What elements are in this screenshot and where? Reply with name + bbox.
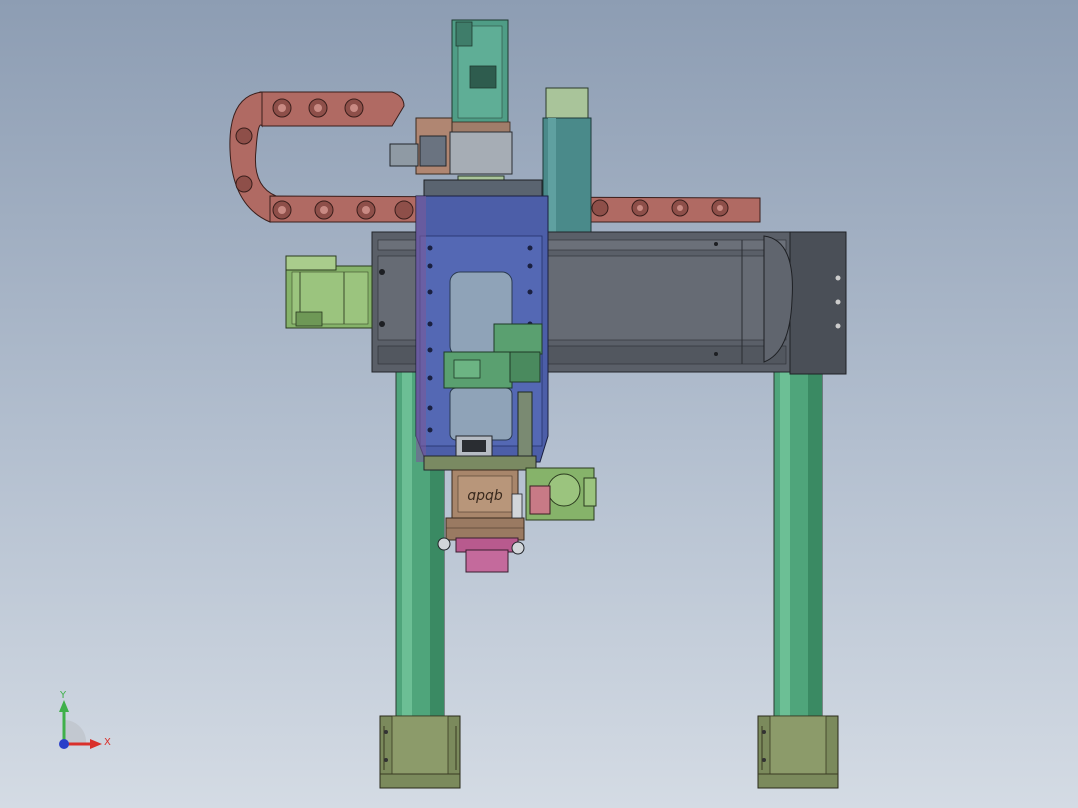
right-support-column[interactable]	[773, 359, 823, 723]
gripper-fingers[interactable]	[437, 537, 525, 573]
rail-end-plate[interactable]	[763, 231, 847, 375]
vertical-cylinder[interactable]	[542, 87, 592, 235]
rotary-actuator[interactable]	[511, 467, 597, 521]
cad-viewport[interactable]: ɑpqb Y X	[0, 0, 1078, 808]
x-axis-label: X	[104, 737, 111, 748]
y-axis-label: Y	[59, 690, 67, 701]
gripper-engraved-label: ɑpqb	[467, 488, 503, 504]
coordinate-triad: Y X	[59, 690, 111, 749]
left-column-foot[interactable]	[379, 715, 461, 789]
right-column-foot[interactable]	[757, 715, 839, 789]
z-axis-dot	[59, 739, 69, 749]
z-axis-servo-motor[interactable]	[451, 19, 511, 133]
x-axis-servo-motor[interactable]	[285, 255, 373, 329]
